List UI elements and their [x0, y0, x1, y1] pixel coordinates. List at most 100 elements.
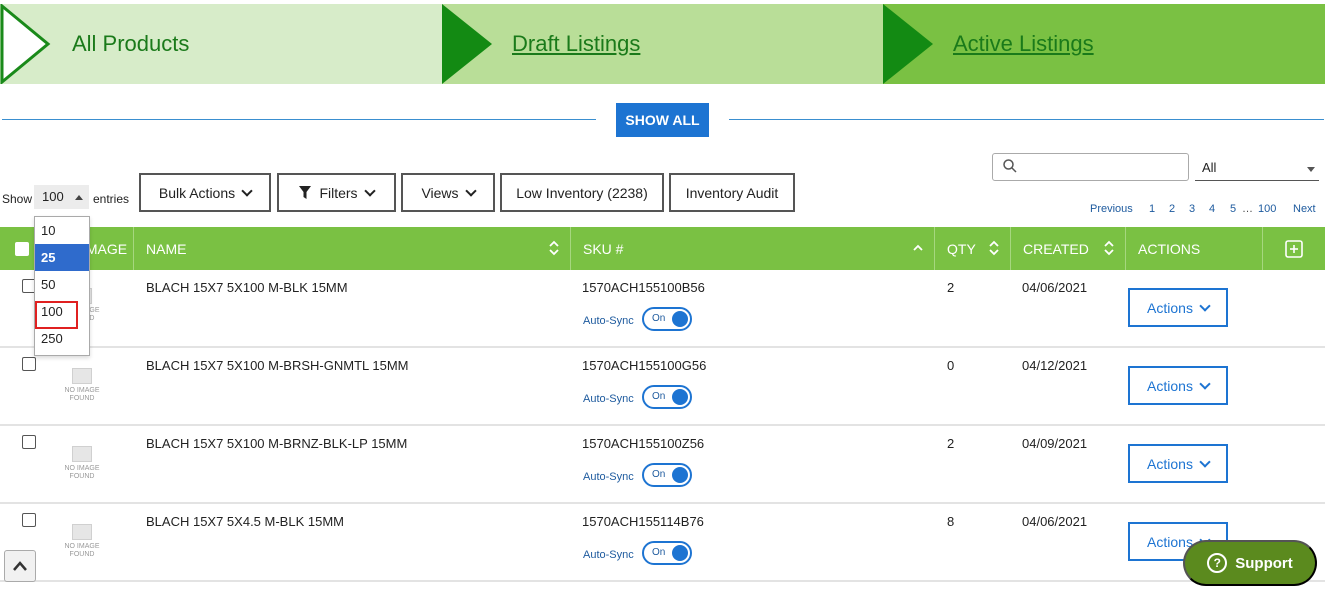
show-all-button[interactable]: SHOW ALL — [616, 103, 709, 137]
actions-label: Actions — [1147, 455, 1193, 472]
product-qty: 8 — [947, 514, 955, 529]
step-draft-listings[interactable]: Draft Listings — [442, 4, 883, 84]
step-label: All Products — [72, 31, 190, 56]
product-name[interactable]: BLACH 15X7 5X4.5 M-BLK 15MM — [146, 514, 344, 529]
pagination-page-3[interactable]: 3 — [1189, 203, 1195, 215]
chevron-up-icon — [13, 561, 27, 571]
column-actions-label: ACTIONS — [1138, 240, 1201, 257]
toggle-state: On — [652, 313, 666, 324]
row-checkbox[interactable] — [22, 513, 36, 527]
scroll-to-top-button[interactable] — [4, 550, 36, 582]
column-qty[interactable]: QTY — [935, 227, 1011, 270]
pagination-next[interactable]: Next — [1293, 203, 1316, 215]
no-image-text: NO IMAGE FOUND — [64, 387, 100, 402]
support-label: Support — [1235, 554, 1293, 572]
toggle-knob — [672, 467, 688, 483]
table-header: IMAGE NAME SKU # QTY CREATED ACTIONS — [0, 227, 1325, 270]
product-created: 04/06/2021 — [1022, 280, 1088, 295]
page-length-option[interactable]: 10 — [35, 217, 89, 244]
search-scope-value: All — [1202, 160, 1217, 175]
support-button[interactable]: ? Support — [1183, 540, 1317, 586]
page-length-select[interactable]: 100 — [34, 185, 89, 209]
row-checkbox[interactable] — [22, 357, 36, 371]
product-name[interactable]: BLACH 15X7 5X100 M-BLK 15MM — [146, 280, 348, 295]
auto-sync-toggle[interactable]: On — [642, 463, 692, 487]
product-created: 04/06/2021 — [1022, 514, 1088, 529]
toggle-knob — [672, 311, 688, 327]
table-row: NO IMAGE FOUND BLACH 15X7 5X100 M-BLK 15… — [0, 270, 1325, 348]
product-name[interactable]: BLACH 15X7 5X100 M-BRSH-GNMTL 15MM — [146, 358, 409, 373]
table-row: NO IMAGE FOUND BLACH 15X7 5X100 M-BRNZ-B… — [0, 426, 1325, 504]
highlight-box — [35, 301, 78, 329]
auto-sync-label: Auto-Sync — [583, 471, 634, 483]
sort-icon — [549, 240, 559, 256]
row-actions-button[interactable]: Actions — [1128, 444, 1228, 483]
column-qty-label: QTY — [947, 240, 976, 257]
actions-label: Actions — [1147, 533, 1193, 550]
pagination-last-page[interactable]: 100 — [1258, 203, 1276, 215]
help-icon: ? — [1207, 553, 1228, 573]
bulk-actions-label: Bulk Actions — [158, 184, 236, 201]
toggle-state: On — [652, 469, 666, 480]
no-image-text: NO IMAGE FOUND — [64, 543, 100, 558]
pagination-previous[interactable]: Previous — [1090, 203, 1133, 215]
pagination-page-4[interactable]: 4 — [1209, 203, 1215, 215]
no-image-text: NO IMAGE FOUND — [64, 465, 100, 480]
product-name[interactable]: BLACH 15X7 5X100 M-BRNZ-BLK-LP 15MM — [146, 436, 407, 451]
chevron-down-icon — [1199, 455, 1211, 468]
product-qty: 2 — [947, 436, 955, 451]
auto-sync-toggle[interactable]: On — [642, 541, 692, 565]
page-length-option[interactable]: 25 — [35, 244, 89, 271]
page-length-option[interactable]: 250 — [35, 325, 89, 352]
filters-button[interactable]: Filters — [277, 173, 396, 212]
low-inventory-button[interactable]: Low Inventory (2238) — [500, 173, 664, 212]
column-created[interactable]: CREATED — [1011, 227, 1126, 270]
pagination-ellipsis: … — [1242, 203, 1253, 215]
filter-icon — [299, 186, 312, 199]
views-label: Views — [421, 184, 459, 201]
views-button[interactable]: Views — [401, 173, 495, 212]
search-scope-select[interactable]: All — [1195, 155, 1319, 181]
page-length-option[interactable]: 50 — [35, 271, 89, 298]
add-column-button[interactable] — [1263, 227, 1325, 270]
bulk-actions-button[interactable]: Bulk Actions — [139, 173, 271, 212]
step-arrow-icon — [442, 4, 492, 84]
show-label: Show — [2, 192, 33, 206]
auto-sync-label: Auto-Sync — [583, 393, 634, 405]
product-sku: 1570ACH155100G56 — [582, 358, 707, 373]
chevron-up-icon — [75, 195, 83, 200]
row-actions-button[interactable]: Actions — [1128, 288, 1228, 327]
table-row: NO IMAGE FOUND BLACH 15X7 5X100 M-BRSH-G… — [0, 348, 1325, 426]
search-input[interactable] — [992, 153, 1189, 181]
column-name-label: NAME — [146, 240, 187, 257]
column-sku[interactable]: SKU # — [571, 227, 935, 270]
chevron-down-icon — [1199, 299, 1211, 312]
row-actions-button[interactable]: Actions — [1128, 366, 1228, 405]
sort-icon — [989, 240, 999, 256]
select-all-checkbox[interactable] — [15, 242, 29, 256]
step-label[interactable]: Draft Listings — [512, 31, 640, 57]
no-image-placeholder: NO IMAGE FOUND — [62, 446, 102, 481]
column-name[interactable]: NAME — [134, 227, 571, 270]
listing-steps: All Products Draft Listings Active Listi… — [0, 4, 1325, 84]
auto-sync-label: Auto-Sync — [583, 315, 634, 327]
pagination-page-5[interactable]: 5 — [1230, 203, 1236, 215]
inventory-audit-button[interactable]: Inventory Audit — [669, 173, 795, 212]
product-qty: 0 — [947, 358, 955, 373]
toggle-state: On — [652, 391, 666, 402]
column-actions: ACTIONS — [1126, 227, 1263, 270]
step-active-listings[interactable]: Active Listings — [883, 4, 1325, 84]
image-placeholder-icon — [72, 524, 92, 540]
pagination-page-2[interactable]: 2 — [1169, 203, 1175, 215]
product-sku: 1570ACH155100B56 — [582, 280, 705, 295]
row-checkbox[interactable] — [22, 435, 36, 449]
image-placeholder-icon — [72, 368, 92, 384]
pagination-page-1[interactable]: 1 — [1149, 203, 1155, 215]
step-label[interactable]: Active Listings — [953, 31, 1094, 57]
divider-left — [2, 119, 596, 120]
auto-sync-toggle[interactable]: On — [642, 385, 692, 409]
auto-sync-toggle[interactable]: On — [642, 307, 692, 331]
auto-sync-label: Auto-Sync — [583, 549, 634, 561]
step-all-products[interactable]: All Products — [0, 4, 442, 84]
chevron-down-icon — [241, 184, 253, 197]
